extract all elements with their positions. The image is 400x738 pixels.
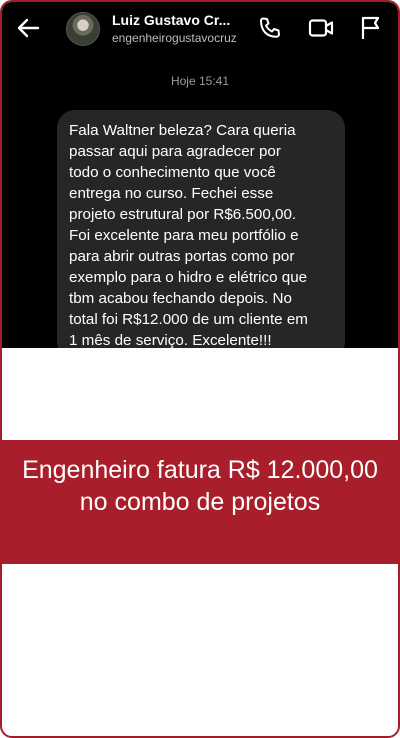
headline-banner: Engenheiro fatura R$ 12.000,00 no combo … [2,440,398,564]
chat-screenshot: Luiz Gustavo Cr... engenheirogustavocruz… [2,2,398,348]
headline-text: Engenheiro fatura R$ 12.000,00 no combo … [22,456,378,516]
testimonial-card: Luiz Gustavo Cr... engenheirogustavocruz… [0,0,400,738]
flag-icon[interactable] [357,14,385,42]
message-timestamp: Hoje 15:41 [170,74,230,88]
contact-handle[interactable]: engenheirogustavocruz [112,31,237,45]
message-text: Fala Waltner beleza? Cara queria passar … [69,122,308,348]
chat-header: Luiz Gustavo Cr... engenheirogustavocruz [2,2,398,54]
message-bubble[interactable]: Fala Waltner beleza? Cara queria passar … [57,110,345,348]
phone-icon[interactable] [256,14,284,42]
arrow-left-icon[interactable] [14,14,42,42]
avatar[interactable] [66,12,100,46]
video-camera-icon[interactable] [307,14,335,42]
contact-name[interactable]: Luiz Gustavo Cr... [112,12,230,28]
